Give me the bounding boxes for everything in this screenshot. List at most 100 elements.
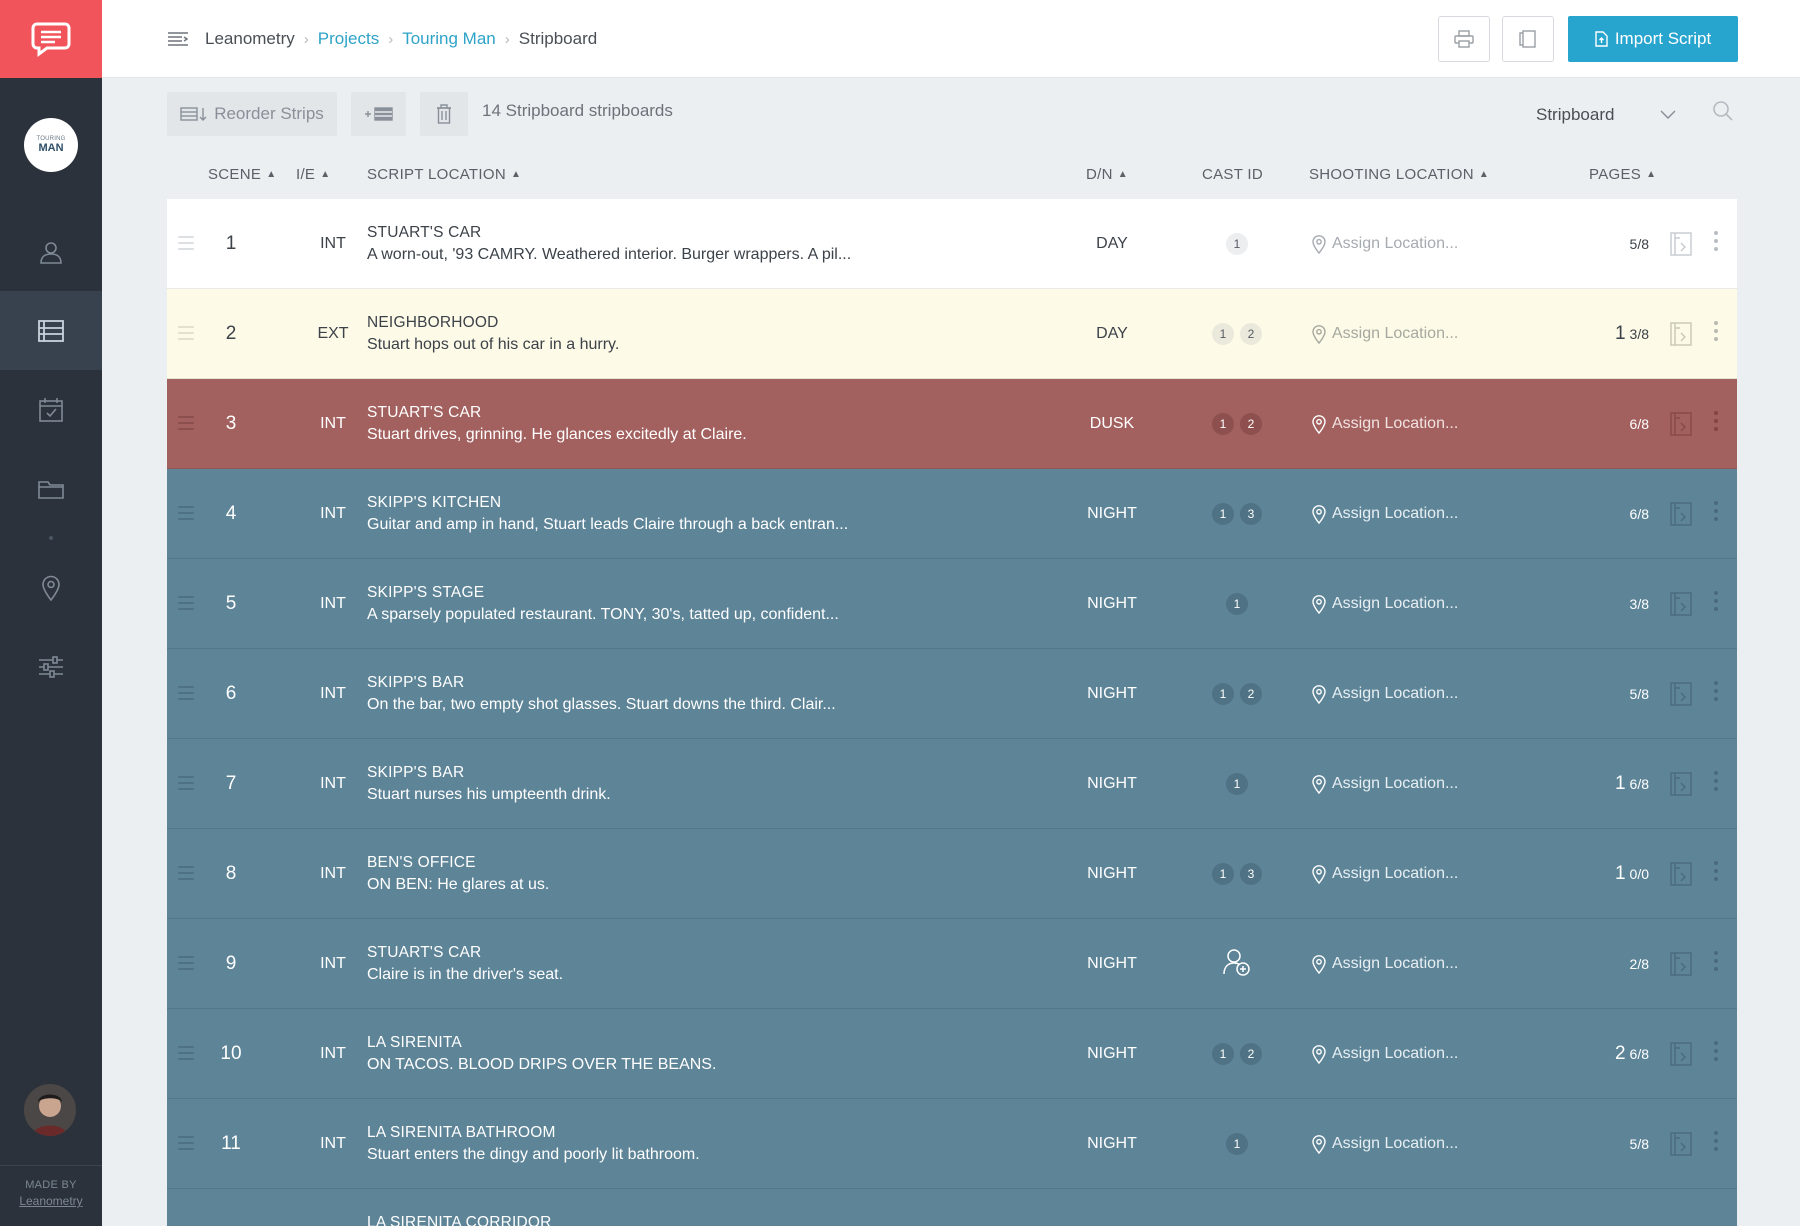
assign-location-button[interactable]: Assign Location... <box>1312 559 1458 649</box>
scene-notes-button[interactable] <box>1669 1041 1693 1072</box>
row-more-menu-icon[interactable] <box>1714 1041 1718 1065</box>
cast-id-badge[interactable]: 1 <box>1212 1043 1234 1065</box>
strip-row[interactable]: 3 INT STUART'S CAR Stuart drives, grinni… <box>167 379 1737 469</box>
row-more-menu-icon[interactable] <box>1714 861 1718 885</box>
assign-location-button[interactable]: Assign Location... <box>1312 379 1458 469</box>
app-logo[interactable] <box>0 0 102 78</box>
strip-row[interactable]: LA SIRENITA CORRIDOR <box>167 1189 1737 1226</box>
add-cast-button[interactable] <box>1222 947 1252 982</box>
user-avatar[interactable] <box>24 1084 76 1136</box>
assign-location-button[interactable]: Assign Location... <box>1312 829 1458 919</box>
strip-row[interactable]: 11 INT LA SIRENITA BATHROOM Stuart enter… <box>167 1099 1737 1189</box>
strip-row[interactable]: 8 INT BEN'S OFFICE ON BEN: He glares at … <box>167 829 1737 919</box>
page-count: 3/8 <box>1567 559 1675 649</box>
search-button[interactable] <box>1712 100 1734 127</box>
row-more-menu-icon[interactable] <box>1714 681 1718 705</box>
scene-notes-button[interactable] <box>1669 861 1693 892</box>
reorder-strips-button[interactable]: Reorder Strips <box>167 92 337 136</box>
interior-exterior: INT <box>320 1045 346 1062</box>
sidebar-item-stripboard[interactable] <box>0 291 102 370</box>
cast-id-badge[interactable]: 2 <box>1240 1043 1262 1065</box>
import-script-button[interactable]: Import Script <box>1568 16 1738 62</box>
scene-notes-button[interactable] <box>1669 771 1693 802</box>
sidebar-item-settings[interactable] <box>0 627 102 706</box>
row-more-menu-icon[interactable] <box>1714 951 1718 975</box>
row-more-menu-icon[interactable] <box>1714 231 1718 255</box>
sidebar-item-locations[interactable] <box>0 548 102 627</box>
project-switcher[interactable]: TOURING MAN <box>0 78 102 212</box>
cast-id-badge[interactable]: 1 <box>1226 233 1248 255</box>
strip-row[interactable]: 1 INT STUART'S CAR A worn-out, '93 CAMRY… <box>167 199 1737 289</box>
row-more-menu-icon[interactable] <box>1714 1131 1718 1155</box>
made-by-link[interactable]: Leanometry <box>0 1194 102 1208</box>
print-button[interactable] <box>1438 16 1490 62</box>
sort-caret-icon: ▲ <box>320 168 331 180</box>
cast-id-badge[interactable]: 1 <box>1226 593 1248 615</box>
strip-row[interactable]: 7 INT SKIPP'S BAR Stuart nurses his umpt… <box>167 739 1737 829</box>
col-header-shooting-location[interactable]: SHOOTING LOCATION ▲ <box>1309 164 1489 184</box>
assign-location-button[interactable]: Assign Location... <box>1312 649 1458 739</box>
strip-row[interactable]: 5 INT SKIPP'S STAGE A sparsely populated… <box>167 559 1737 649</box>
scene-notes-button[interactable] <box>1669 501 1693 532</box>
strip-row[interactable]: 4 INT SKIPP'S KITCHEN Guitar and amp in … <box>167 469 1737 559</box>
strip-row[interactable]: 10 INT LA SIRENITA ON TACOS. BLOOD DRIPS… <box>167 1009 1737 1099</box>
scene-notes-icon <box>1670 232 1692 256</box>
assign-location-button[interactable]: Assign Location... <box>1312 1099 1458 1189</box>
cast-id-badge[interactable]: 2 <box>1240 413 1262 435</box>
sidebar-item-files[interactable] <box>0 449 102 528</box>
strip-row[interactable]: 9 INT STUART'S CAR Claire is in the driv… <box>167 919 1737 1009</box>
sidebar-item-schedule[interactable] <box>0 370 102 449</box>
cast-id-badge[interactable]: 3 <box>1240 863 1262 885</box>
col-header-script-location[interactable]: SCRIPT LOCATION ▲ <box>367 164 521 184</box>
cast-id-badge[interactable]: 1 <box>1212 413 1234 435</box>
scene-notes-button[interactable] <box>1669 321 1693 352</box>
scene-notes-button[interactable] <box>1669 411 1693 442</box>
col-ie-label: I/E <box>296 165 316 183</box>
sidebar-item-cast[interactable] <box>0 212 102 291</box>
scene-notes-button[interactable] <box>1669 231 1693 262</box>
breadcrumb-project[interactable]: Touring Man <box>402 29 496 49</box>
cast-id-badge[interactable]: 1 <box>1212 323 1234 345</box>
row-more-menu-icon[interactable] <box>1714 771 1718 795</box>
cast-id-badge[interactable]: 1 <box>1212 503 1234 525</box>
breadcrumb-projects[interactable]: Projects <box>318 29 379 49</box>
col-header-scene[interactable]: SCENE ▲ <box>208 164 276 184</box>
row-more-menu-icon[interactable] <box>1714 501 1718 525</box>
page-count-fraction: 6/8 <box>1629 776 1649 792</box>
strip-row[interactable]: 6 INT SKIPP'S BAR On the bar, two empty … <box>167 649 1737 739</box>
col-header-ie[interactable]: I/E ▲ <box>296 164 330 184</box>
cast-id-badge[interactable]: 1 <box>1226 1133 1248 1155</box>
row-more-menu-icon[interactable] <box>1714 321 1718 345</box>
add-strip-button[interactable] <box>351 92 406 136</box>
project-badge[interactable]: TOURING MAN <box>24 118 78 172</box>
breadcrumb-company[interactable]: Leanometry <box>205 29 295 49</box>
scene-notes-button[interactable] <box>1669 1131 1693 1162</box>
assign-location-button[interactable]: Assign Location... <box>1312 469 1458 559</box>
menu-toggle[interactable] <box>168 31 189 52</box>
cast-id-badge[interactable]: 1 <box>1212 863 1234 885</box>
scene-notes-button[interactable] <box>1669 951 1693 982</box>
assign-location-button[interactable]: Assign Location... <box>1312 289 1458 379</box>
assign-location-button[interactable]: Assign Location... <box>1312 199 1458 289</box>
col-header-dn[interactable]: D/N ▲ <box>1086 164 1128 184</box>
cast-id-badge[interactable]: 2 <box>1240 683 1262 705</box>
assign-location-button[interactable]: Assign Location... <box>1312 739 1458 829</box>
scene-notes-button[interactable] <box>1669 681 1693 712</box>
interior-exterior: INT <box>320 505 346 522</box>
stripboard-view-select[interactable]: Stripboard <box>1536 100 1676 130</box>
panel-toggle-button[interactable] <box>1502 16 1554 62</box>
col-header-pages[interactable]: PAGES ▲ <box>1589 164 1656 184</box>
assign-location-button[interactable]: Assign Location... <box>1312 919 1458 1009</box>
strip-row[interactable]: 2 EXT NEIGHBORHOOD Stuart hops out of hi… <box>167 289 1737 379</box>
cast-id-badge[interactable]: 3 <box>1240 503 1262 525</box>
cast-id-badge[interactable]: 1 <box>1226 773 1248 795</box>
row-more-menu-icon[interactable] <box>1714 411 1718 435</box>
delete-button[interactable] <box>420 92 468 136</box>
assign-location-button[interactable]: Assign Location... <box>1312 1009 1458 1099</box>
scene-notes-button[interactable] <box>1669 591 1693 622</box>
cast-id-badge[interactable]: 1 <box>1212 683 1234 705</box>
hamburger-menu-icon <box>168 32 189 46</box>
reorder-strips-label: Reorder Strips <box>214 104 324 123</box>
cast-id-badge[interactable]: 2 <box>1240 323 1262 345</box>
row-more-menu-icon[interactable] <box>1714 591 1718 615</box>
